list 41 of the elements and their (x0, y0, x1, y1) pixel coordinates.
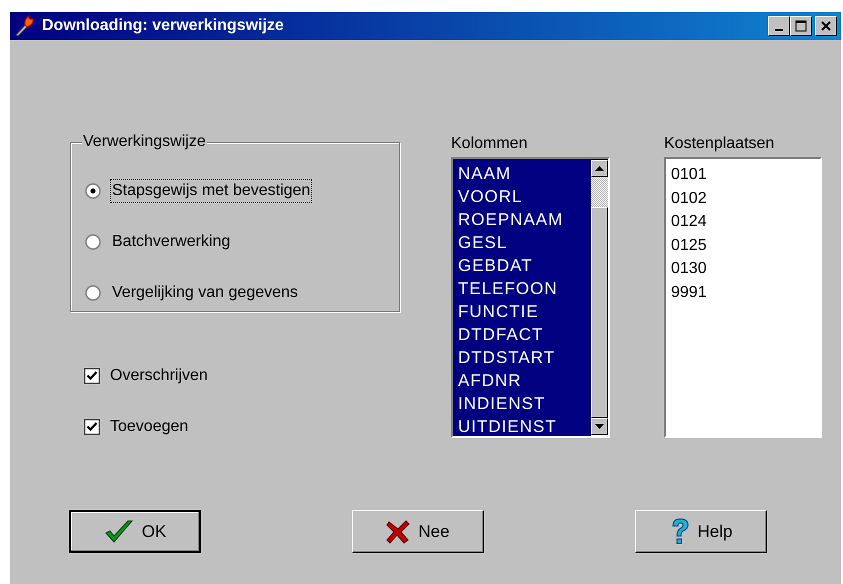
list-item[interactable]: 0130 (671, 257, 820, 280)
scrollbar[interactable] (591, 160, 608, 435)
cost-centers-list[interactable]: 0101 0102 0124 0125 0130 9991 (664, 157, 822, 438)
list-item[interactable]: 0125 (671, 234, 820, 257)
down-arrow-icon (595, 424, 604, 429)
maximize-icon (795, 20, 807, 32)
scroll-up-button[interactable] (591, 160, 608, 177)
minimize-icon (775, 28, 783, 30)
cross-icon (386, 520, 410, 544)
list-item[interactable]: 9991 (671, 280, 820, 304)
list-item[interactable]: 0102 (671, 186, 820, 210)
radio-button[interactable] (85, 234, 101, 250)
radio-button[interactable] (85, 182, 101, 198)
checkbox-label[interactable]: Overschrijven (110, 366, 208, 384)
radio-label[interactable]: Vergelijking van gegevens (110, 280, 300, 304)
dialog-button[interactable]: OK (69, 510, 201, 553)
list-item[interactable]: 0124 (671, 210, 820, 234)
list-label: Kolommen (451, 135, 528, 154)
group-label: Verwerkingswijze (82, 133, 207, 151)
radio-button[interactable] (85, 284, 101, 300)
question-mark-icon (670, 518, 690, 546)
close-icon (820, 20, 832, 32)
window-title: Downloading: verwerkingswijze (42, 17, 285, 35)
radio-label[interactable]: Stapsgewijs met bevestigen (110, 178, 312, 202)
list-label: Kostenplaatsen (664, 135, 776, 154)
checkbox[interactable] (84, 418, 100, 434)
maximize-button[interactable] (790, 16, 812, 36)
list-item[interactable]: 0101 (671, 163, 820, 186)
checkbox[interactable] (84, 368, 100, 384)
dialog-button[interactable]: Nee (352, 510, 484, 553)
scroll-down-button[interactable] (591, 418, 608, 435)
close-button[interactable] (815, 16, 837, 36)
radio-label[interactable]: Batchverwerking (110, 230, 232, 254)
scroll-thumb[interactable] (591, 207, 608, 418)
checkmark-icon (104, 518, 134, 544)
columns-list[interactable]: NAAM VOORL ROEPNAAM GESL GEBDAT TELEFOON FUNCTIE DTDFACT DTDSTART AFDNR INDIENST UITDIENST (451, 157, 610, 438)
checkbox-label[interactable]: Toevoegen (110, 418, 188, 436)
up-arrow-icon (595, 166, 604, 171)
dialog-button[interactable]: Help (635, 510, 767, 553)
minimize-button[interactable] (768, 16, 790, 36)
torch-icon (14, 15, 36, 37)
